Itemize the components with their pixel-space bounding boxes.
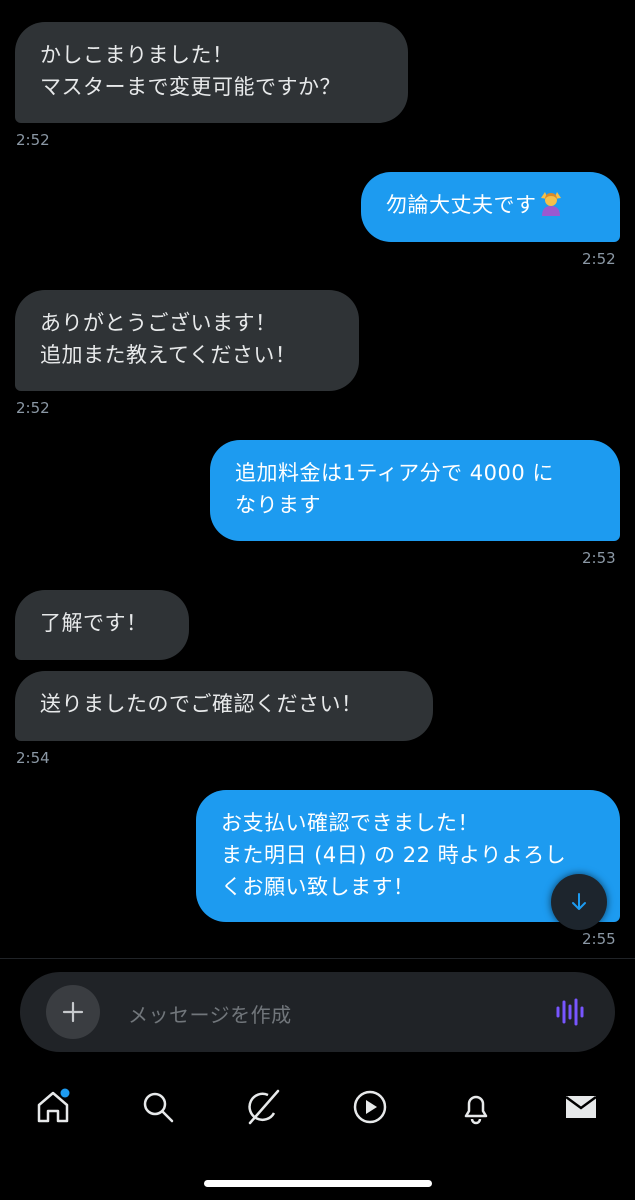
arrow-down-icon [572, 893, 586, 910]
home-icon [37, 1088, 70, 1123]
message-composer: メッセージを作成 [20, 972, 615, 1052]
message-time: 2:52 [16, 131, 50, 149]
message-time: 2:52 [582, 250, 616, 268]
message-text: 勿論大丈夫です [386, 193, 537, 217]
message-text: 送りましたのでご確認ください！ [40, 692, 363, 716]
search-icon [143, 1092, 174, 1123]
message-text: 了解です！ [40, 611, 148, 635]
message-text: かしこまりました！ マスターまで変更可能ですか？ [40, 43, 341, 99]
message-time: 2:55 [582, 930, 616, 948]
header-partial [285, 0, 345, 4]
scroll-to-bottom-button[interactable] [551, 874, 607, 930]
messages-icon [565, 1095, 597, 1118]
incoming-message: 了解です！ [15, 590, 189, 660]
message-time: 2:52 [16, 399, 50, 417]
message-text: お支払い確認できました！ また明日 (4日) の 22 時よりよろし くお願い致… [221, 811, 567, 899]
composer-divider [0, 958, 635, 959]
voice-message-icon[interactable] [554, 996, 586, 1032]
add-media-button[interactable] [46, 985, 100, 1039]
video-icon [353, 1090, 387, 1124]
message-time: 2:53 [582, 549, 616, 567]
bottom-tab-bar [0, 1075, 635, 1145]
message-text: 追加料金は1ティア分で 4000 に なります [235, 461, 554, 517]
outgoing-message: 追加料金は1ティア分で 4000 に なります [210, 440, 620, 541]
tab-search[interactable] [138, 1087, 178, 1127]
home-indicator [204, 1180, 432, 1187]
incoming-message: ありがとうございます！ 追加また教えてください！ [15, 290, 359, 391]
tab-grok[interactable] [244, 1087, 284, 1127]
notifications-icon [464, 1095, 488, 1125]
message-text: ありがとうございます！ 追加また教えてください！ [40, 311, 297, 367]
tab-home[interactable] [33, 1087, 73, 1127]
tab-messages[interactable] [561, 1087, 601, 1127]
grok-icon [248, 1089, 280, 1125]
incoming-message: 送りましたのでご確認ください！ [15, 671, 433, 741]
message-time: 2:54 [16, 749, 50, 767]
incoming-message: かしこまりました！ マスターまで変更可能ですか？ [15, 22, 408, 123]
message-input[interactable]: メッセージを作成 [128, 999, 292, 1028]
plus-icon [62, 1001, 84, 1023]
tab-notifications[interactable] [456, 1087, 496, 1127]
person-gesturing-ok-emoji [539, 190, 563, 216]
tab-video[interactable] [350, 1087, 390, 1127]
outgoing-message: 勿論大丈夫です [361, 172, 620, 242]
